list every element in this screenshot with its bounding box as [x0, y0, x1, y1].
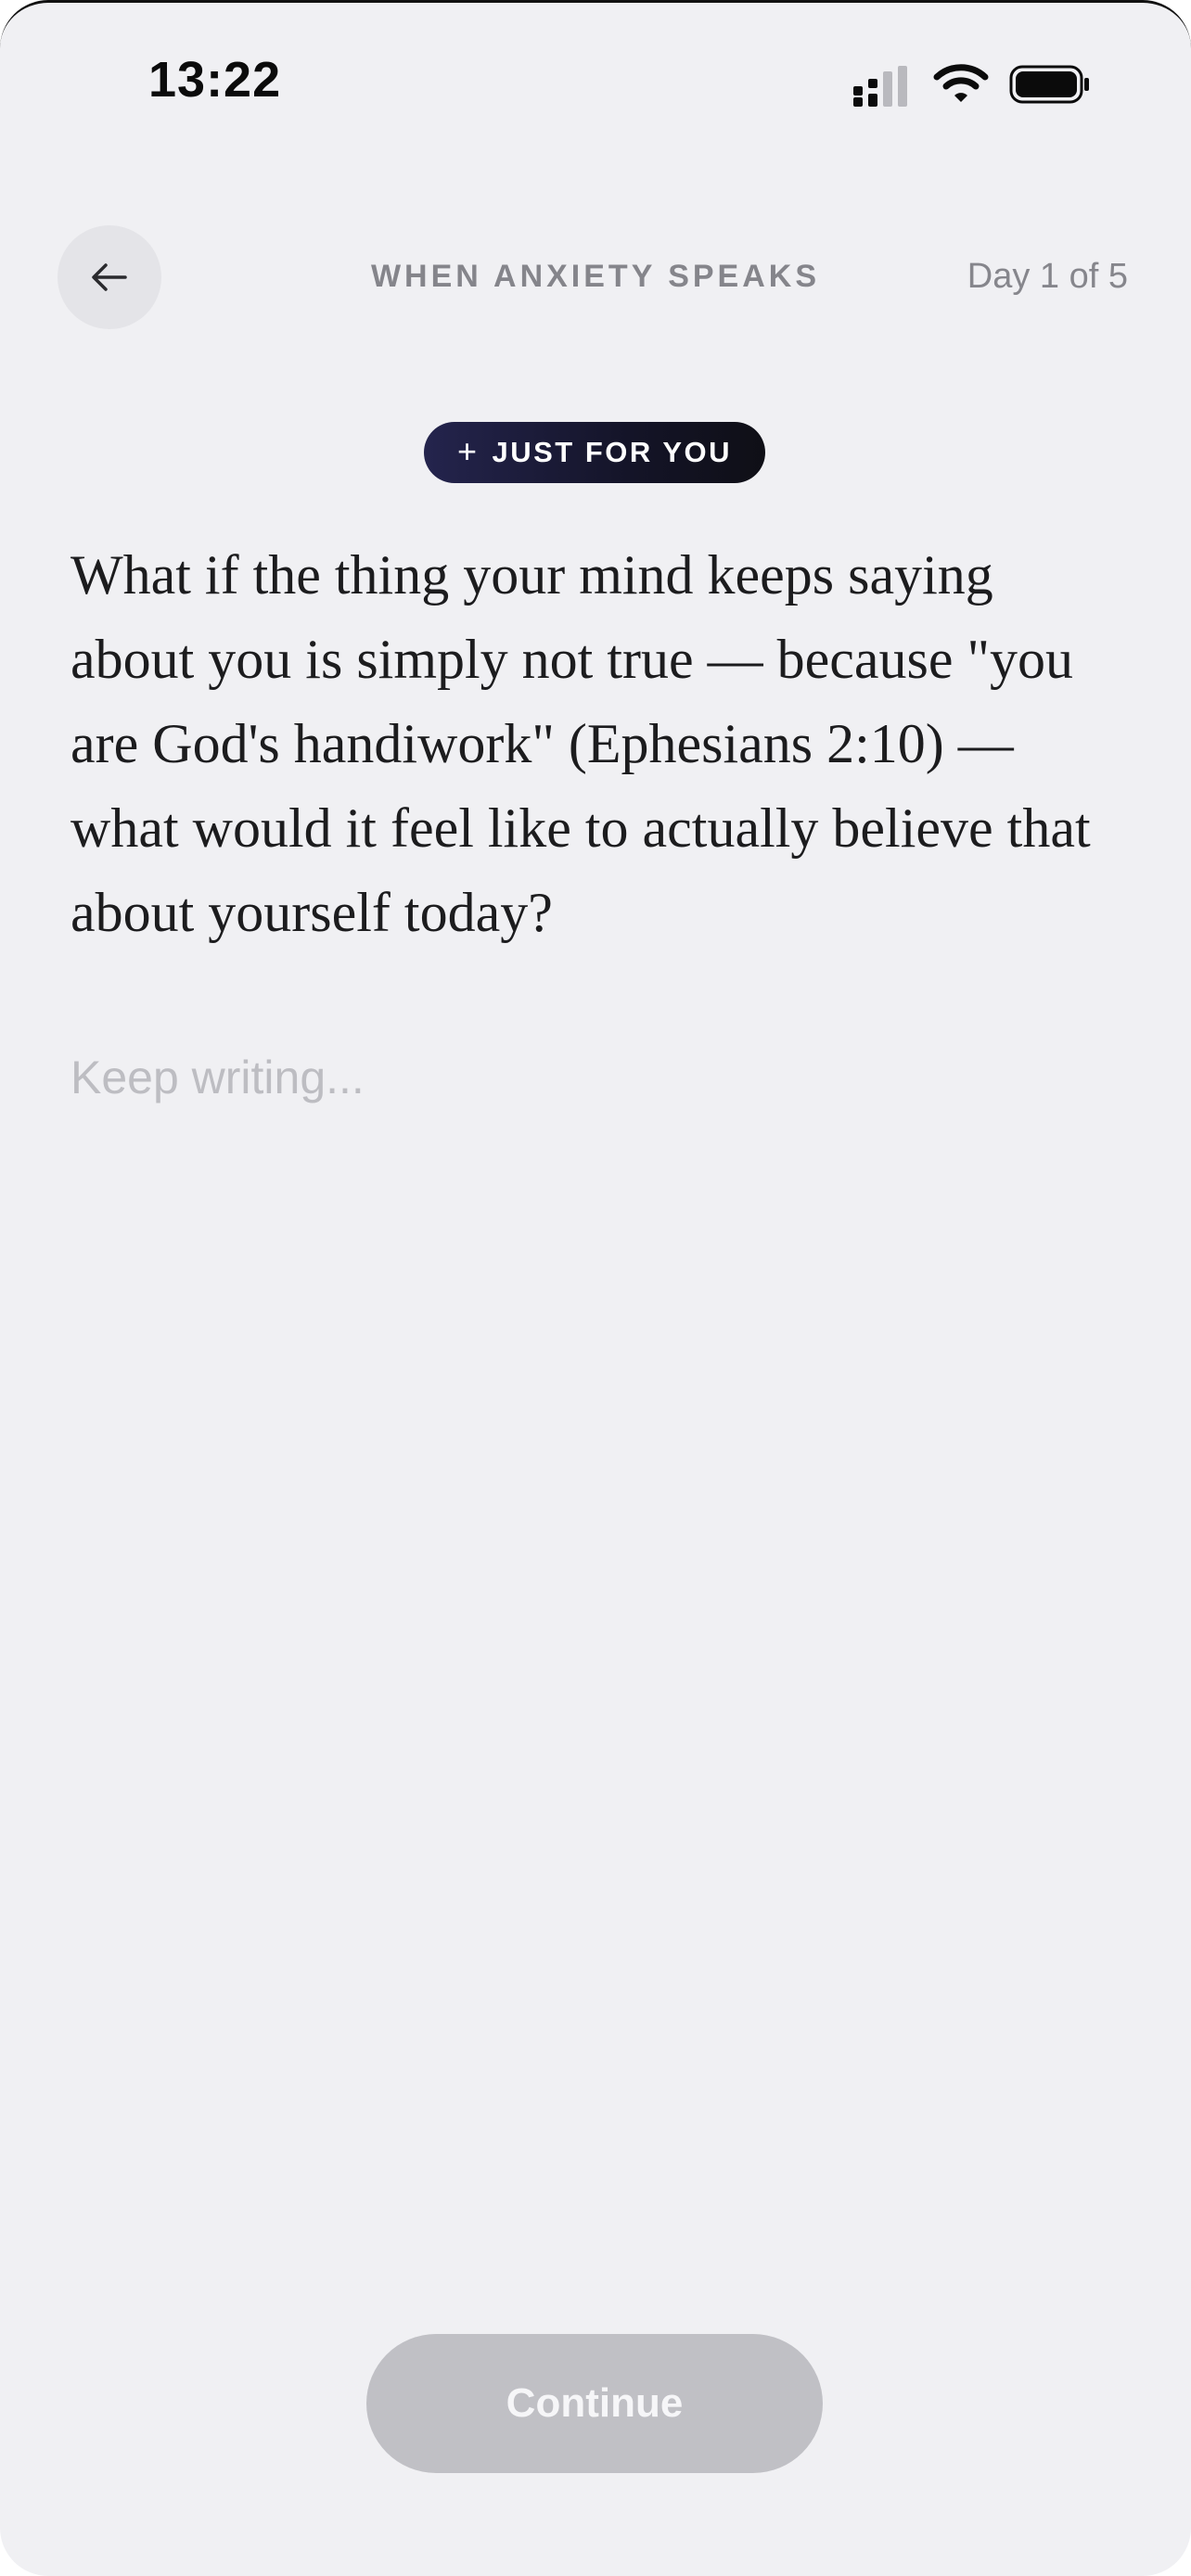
battery-icon — [1009, 65, 1089, 104]
app-screen: 13:22 WHEN ANXIETY SPEAKS Day 1 of 5 + J… — [0, 0, 1191, 2576]
wifi-icon — [933, 64, 989, 102]
back-button[interactable] — [58, 225, 161, 329]
day-progress-label: Day 1 of 5 — [967, 257, 1128, 296]
plus-icon: + — [456, 432, 480, 470]
continue-button[interactable]: Continue — [366, 2334, 823, 2473]
arrow-left-icon — [92, 263, 127, 291]
page-title: WHEN ANXIETY SPEAKS — [370, 259, 821, 294]
journal-entry-input[interactable] — [70, 1051, 1121, 2256]
signal-icon — [853, 66, 907, 107]
status-bar: 13:22 — [0, 3, 1191, 170]
journal-prompt: What if the thing your mind keeps saying… — [70, 544, 1091, 943]
status-time: 13:22 — [148, 52, 282, 108]
badge-label: JUST FOR YOU — [492, 436, 733, 468]
just-for-you-badge: + JUST FOR YOU — [424, 422, 765, 483]
